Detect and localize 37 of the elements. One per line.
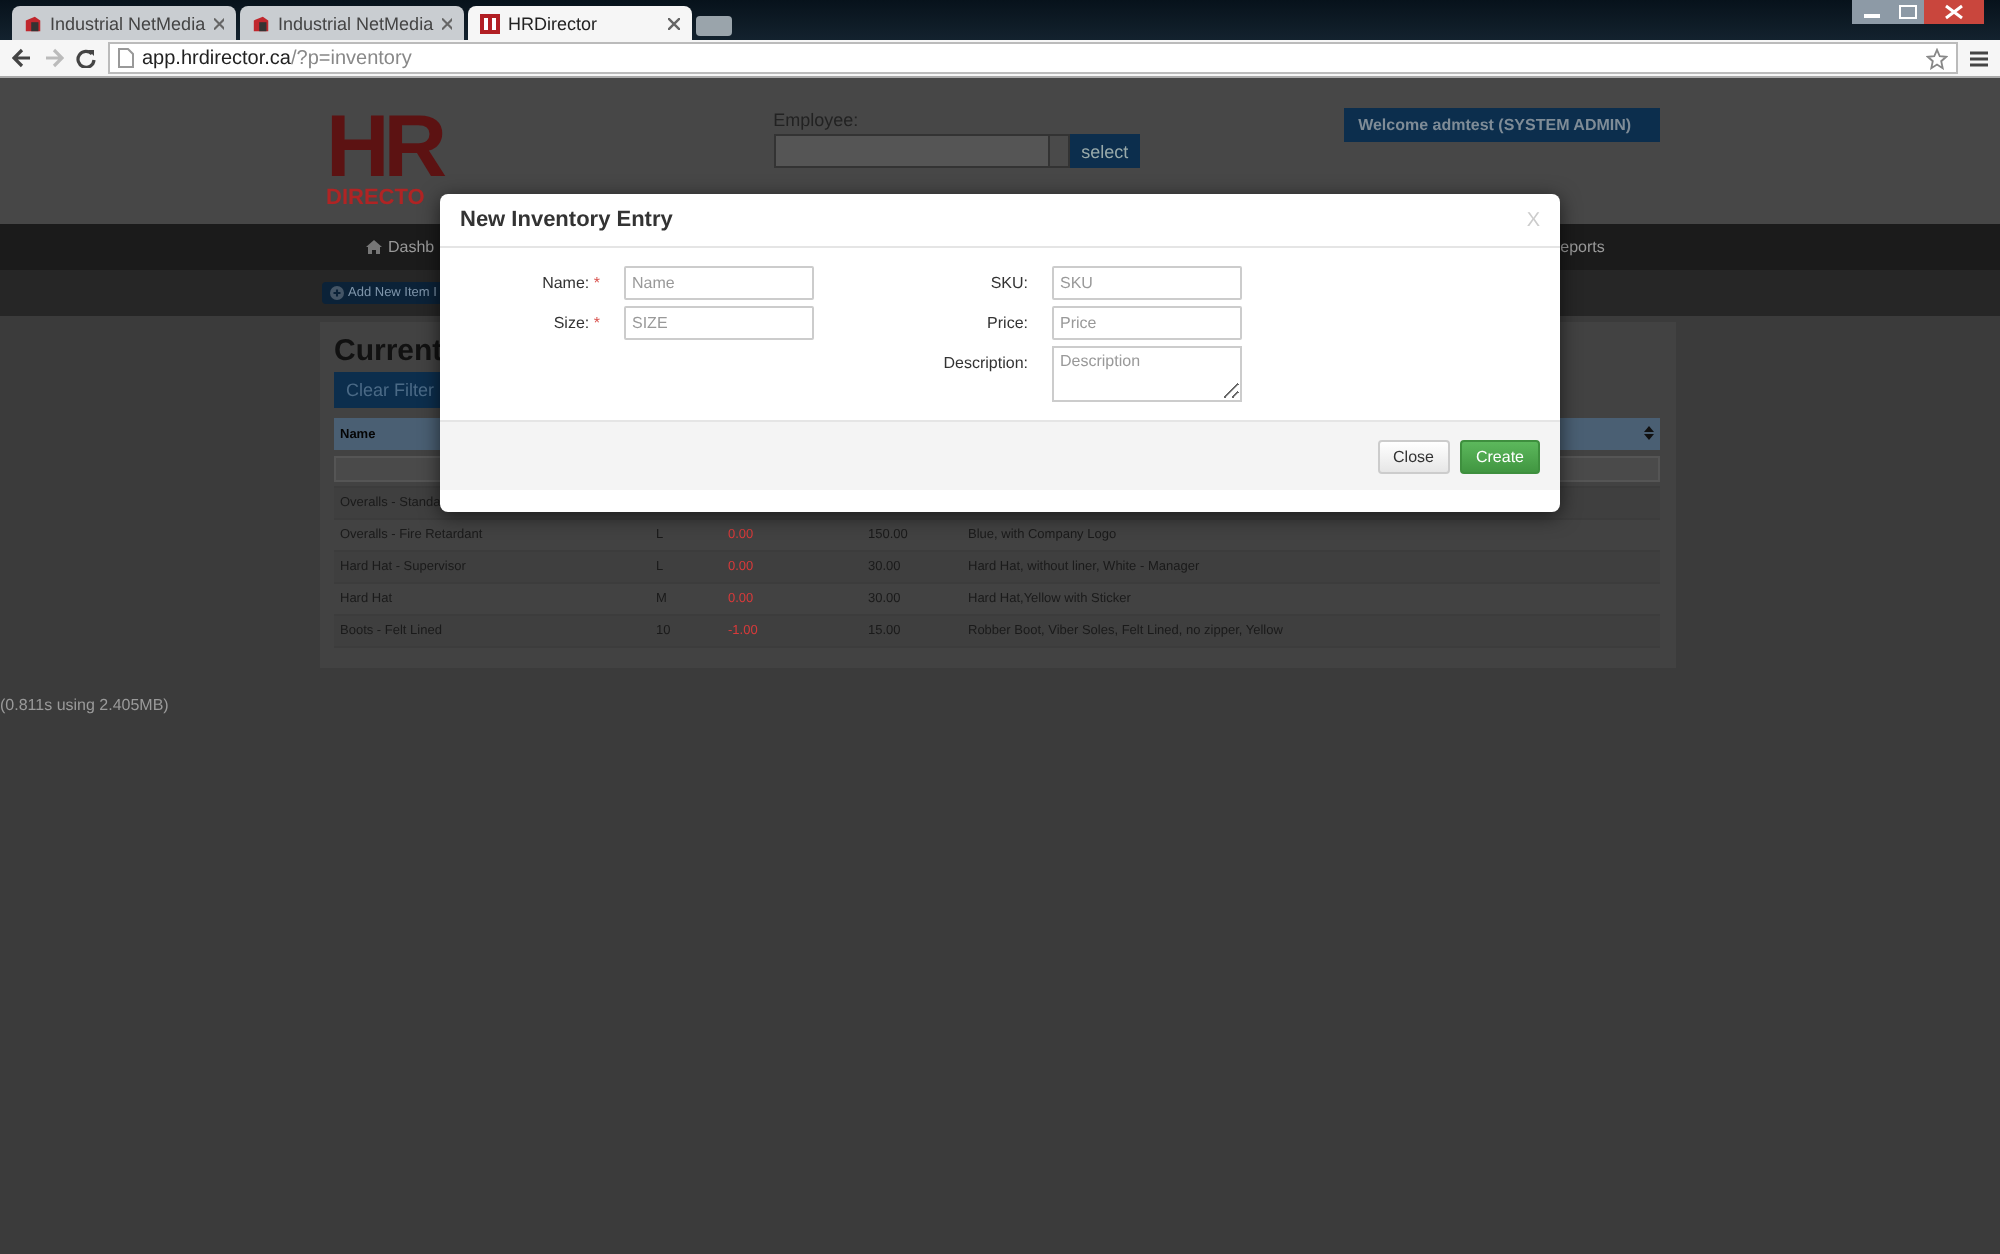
field-label: SKU: [988, 272, 1030, 292]
home-icon [366, 240, 382, 254]
dialog-title: New Inventory Entry [460, 208, 673, 232]
render-time-note: (0.811s using 2.405MB) [0, 694, 171, 714]
favicon-icon [480, 13, 500, 33]
close-icon[interactable] [441, 17, 452, 29]
window-controls-drawing[interactable] [1852, 0, 1984, 24]
browser-tab[interactable]: HRDirector [468, 6, 692, 40]
menu-icon[interactable] [1970, 49, 1988, 67]
star-icon[interactable] [1926, 47, 1948, 69]
text-field[interactable]: Name [624, 266, 814, 300]
field-label: Price: [985, 312, 1030, 332]
user-menu-button[interactable]: Welcome admtest (SYSTEM ADMIN) [1344, 108, 1661, 142]
favicon-icon [252, 13, 271, 33]
create-button[interactable]: Create [1459, 439, 1540, 473]
back-icon[interactable] [12, 48, 32, 68]
close-icon[interactable] [213, 17, 224, 29]
favicon-icon [24, 13, 43, 33]
browser-tab[interactable]: Industrial NetMedia [240, 6, 464, 40]
address-bar[interactable]: app.hrdirector.ca/?p=inventory [108, 42, 1958, 74]
nav-link[interactable]: Dashb [366, 238, 435, 256]
close-icon[interactable] [668, 17, 680, 29]
field-label: Size: * [551, 312, 602, 332]
field-label: Name: * [540, 272, 602, 292]
browser-tab[interactable]: Industrial NetMedia [12, 6, 236, 40]
sort-icon[interactable] [1644, 425, 1654, 439]
close-button[interactable]: Close [1377, 439, 1450, 473]
plus-icon [330, 286, 344, 300]
reload-icon[interactable] [76, 48, 96, 68]
description-field[interactable]: Description [1052, 346, 1242, 402]
text-field[interactable]: SKU [1052, 266, 1242, 300]
page-icon [118, 48, 134, 68]
nav-link[interactable]: eports [1560, 238, 1605, 256]
field-label: Description: [941, 352, 1030, 372]
text-field[interactable]: Price [1052, 306, 1242, 340]
select-button[interactable]: select [1069, 134, 1141, 168]
text-field[interactable]: SIZE [624, 306, 814, 340]
